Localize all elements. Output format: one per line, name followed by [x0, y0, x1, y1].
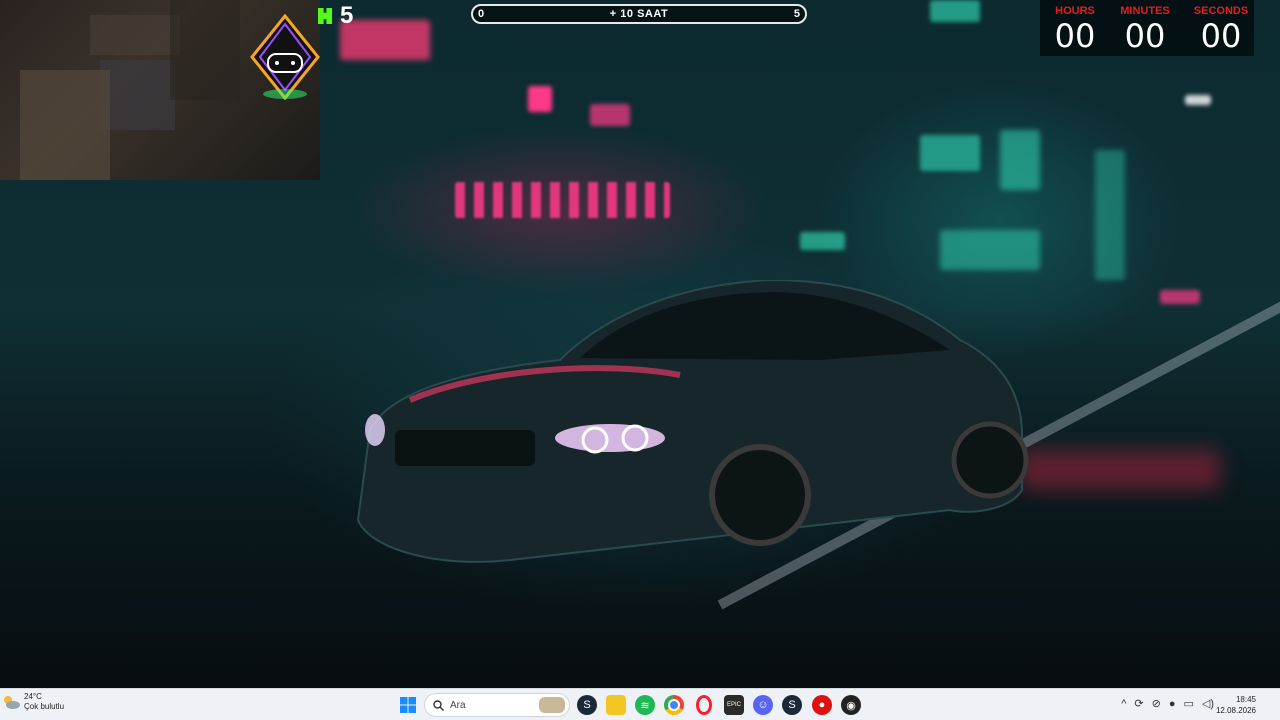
kick-counter: 5 [318, 2, 353, 30]
kick-logo-icon [318, 8, 332, 24]
clock-time: 18:45 [1235, 695, 1256, 704]
webcam-feed [0, 0, 320, 180]
battery-icon[interactable]: ▭ [1183, 697, 1193, 710]
steam-secondary-icon[interactable]: S [782, 695, 802, 715]
discord-app-icon[interactable]: ☺ [753, 695, 773, 715]
network-off-icon[interactable]: ⊘ [1152, 697, 1161, 710]
kick-count: 5 [340, 2, 354, 29]
seconds-label: SECONDS [1193, 5, 1249, 17]
search-icon [433, 699, 444, 711]
obs-app-icon[interactable]: ◉ [841, 695, 861, 715]
gamer-zone-logo [250, 14, 320, 100]
taskbar-clock[interactable]: 18:45 12.08.2026 [1216, 694, 1256, 716]
countdown-hours: HOURS 00 [1040, 0, 1110, 53]
progress-label: + 10 SAAT [609, 8, 669, 20]
countdown-timer: HOURS 00 MINUTES 00 SECONDS 00 [1040, 0, 1254, 56]
steam-app-icon[interactable]: S [577, 695, 597, 715]
system-tray: ^ ⟳ ⊘ ● ▭ ◁) [1121, 697, 1214, 711]
search-highlight-icon [539, 697, 565, 713]
seconds-value: 00 [1200, 17, 1242, 55]
taskbar-search[interactable]: Ara [424, 693, 570, 717]
opera-app-icon[interactable] [694, 695, 714, 715]
countdown-minutes: MINUTES 00 [1110, 0, 1180, 53]
progress-max: 5 [793, 8, 800, 20]
countdown-seconds: SECONDS 00 [1186, 0, 1256, 53]
car-image [356, 280, 1029, 563]
weather-condition: Çok bulutlu [24, 702, 65, 711]
taskbar: 24°C Çok bulutlu Ara S ≋ EPIC ☺ S ● ◉ ^ … [0, 688, 1280, 720]
goal-progress-bar: 0 + 10 SAAT 5 [471, 4, 807, 24]
chevron-up-icon[interactable]: ^ [1121, 698, 1126, 710]
weather-temp: 24°C [24, 692, 42, 701]
search-placeholder: Ara [450, 699, 466, 711]
sync-icon[interactable]: ⟳ [1134, 697, 1143, 710]
chrome-app-icon[interactable] [664, 695, 684, 715]
minutes-value: 00 [1124, 17, 1166, 55]
weather-widget[interactable]: 24°C Çok bulutlu [2, 692, 64, 712]
file-explorer-icon[interactable] [606, 695, 626, 715]
clock-date: 12.08.2026 [1215, 706, 1256, 715]
epic-games-icon[interactable]: EPIC [724, 695, 744, 715]
hours-label: HOURS [1055, 5, 1095, 17]
origin-app-icon[interactable]: ● [812, 695, 832, 715]
microphone-icon[interactable]: ● [1169, 698, 1176, 710]
cloud-sun-icon [4, 696, 20, 709]
windows-start-button[interactable] [398, 695, 418, 715]
windows-logo-icon [400, 697, 416, 713]
hours-value: 00 [1054, 17, 1096, 55]
volume-icon[interactable]: ◁) [1202, 697, 1214, 710]
spotify-app-icon[interactable]: ≋ [635, 695, 655, 715]
minutes-label: MINUTES [1120, 5, 1170, 17]
